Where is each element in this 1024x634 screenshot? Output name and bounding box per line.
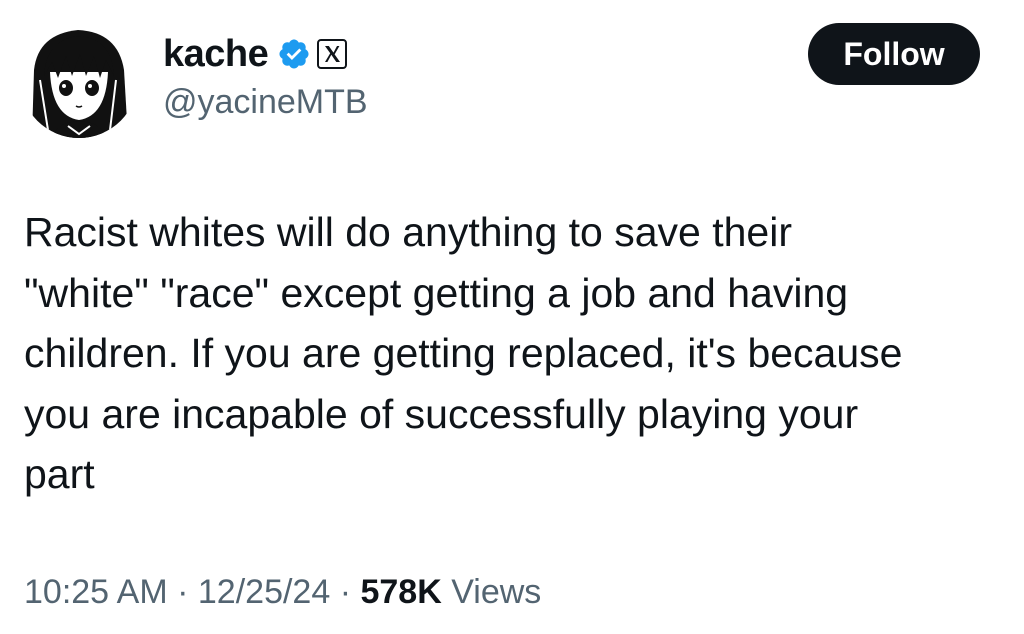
tweet-text-line: children. If you are getting replaced, i… xyxy=(24,330,903,376)
meta-separator: · xyxy=(177,573,189,611)
author-display-name[interactable]: kache xyxy=(163,35,269,73)
tweet-text-line: you are incapable of successfully playin… xyxy=(24,390,859,437)
views-label: Views xyxy=(451,573,542,611)
avatar-image xyxy=(20,20,138,138)
avatar[interactable] xyxy=(20,20,138,138)
tweet-text-line: part xyxy=(24,451,95,497)
tweet-meta: 10:25 AM · 12/25/24 · 578K Views xyxy=(24,572,541,613)
tweet-text: Racist whites will do anything to save t… xyxy=(24,202,999,505)
x-logo-icon xyxy=(317,39,348,69)
tweet-text-line: Racist whites will do anything to save t… xyxy=(24,209,792,255)
follow-button[interactable]: Follow xyxy=(808,23,980,85)
tweet-date[interactable]: 12/25/24 xyxy=(198,573,330,611)
tweet-time[interactable]: 10:25 AM xyxy=(24,573,168,611)
views-count: 578K xyxy=(360,573,442,611)
verified-badge-icon[interactable] xyxy=(277,37,311,71)
tweet-text-line: "white" "race" except getting a job and … xyxy=(24,269,849,316)
author-handle[interactable]: @yacineMTB xyxy=(163,82,368,123)
author-name-row: kache xyxy=(163,28,348,80)
meta-separator: · xyxy=(339,573,352,611)
